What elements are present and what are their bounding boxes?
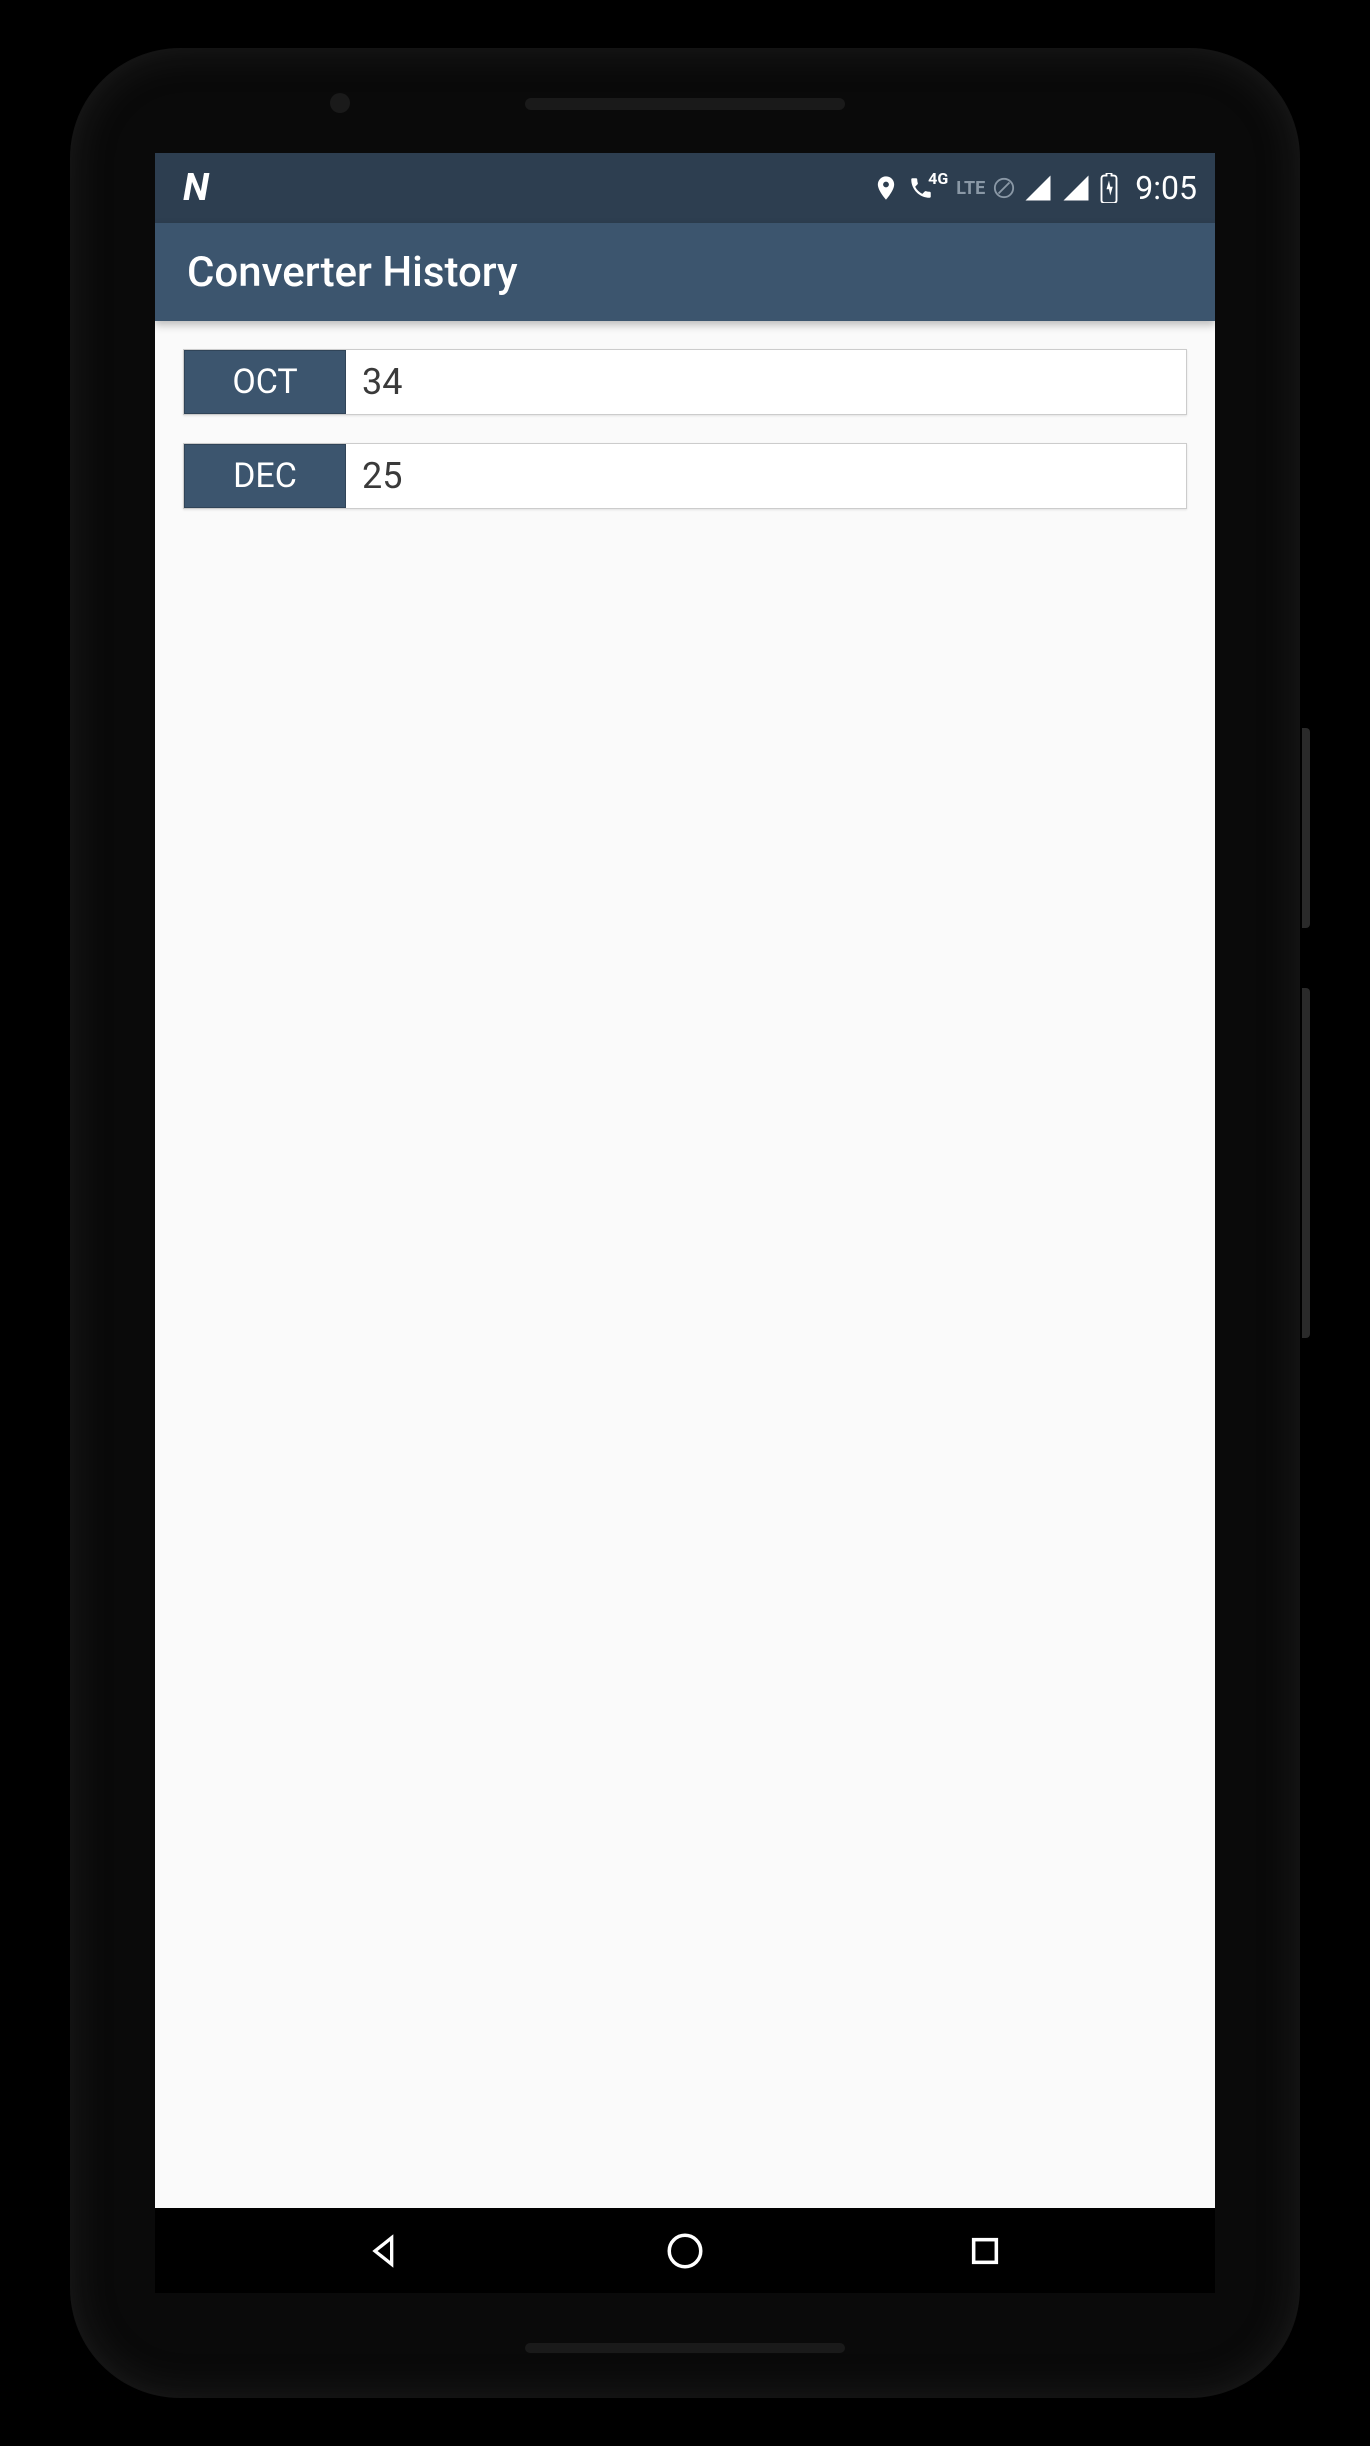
4g-label: 4G: [928, 169, 948, 188]
navigation-bar: [155, 2208, 1215, 2293]
status-bar: N 4G LTE: [155, 153, 1215, 223]
status-right: 4G LTE 9:05: [872, 169, 1197, 207]
history-value: 34: [346, 350, 1186, 414]
history-item[interactable]: DEC 25: [183, 443, 1187, 509]
app-title: Converter History: [187, 248, 518, 297]
side-button-volume: [1302, 988, 1310, 1338]
battery-charging-icon: [1099, 173, 1119, 203]
content-area: OCT 34 DEC 25: [155, 321, 1215, 2208]
history-value: 25: [346, 444, 1186, 508]
wifi-calling-icon: 4G: [908, 175, 934, 201]
camera-dot: [330, 93, 350, 113]
bottom-speaker: [525, 2343, 845, 2353]
notification-n-icon: N: [183, 166, 209, 210]
history-base-label: DEC: [184, 444, 346, 508]
nav-home-button[interactable]: [660, 2226, 710, 2276]
status-left: N: [183, 166, 209, 210]
signal-icon-2: [1061, 173, 1091, 203]
signal-icon-1: [1023, 173, 1053, 203]
location-icon: [872, 174, 900, 202]
side-button-power: [1302, 728, 1310, 928]
screen: N 4G LTE: [155, 153, 1215, 2293]
app-bar: Converter History: [155, 223, 1215, 321]
nav-recent-button[interactable]: [960, 2226, 1010, 2276]
lte-label: LTE: [956, 178, 985, 199]
status-clock: 9:05: [1135, 169, 1197, 207]
no-sim-icon: [993, 177, 1015, 199]
nav-back-button[interactable]: [360, 2226, 410, 2276]
history-item[interactable]: OCT 34: [183, 349, 1187, 415]
history-base-label: OCT: [184, 350, 346, 414]
phone-frame: N 4G LTE: [70, 48, 1300, 2398]
